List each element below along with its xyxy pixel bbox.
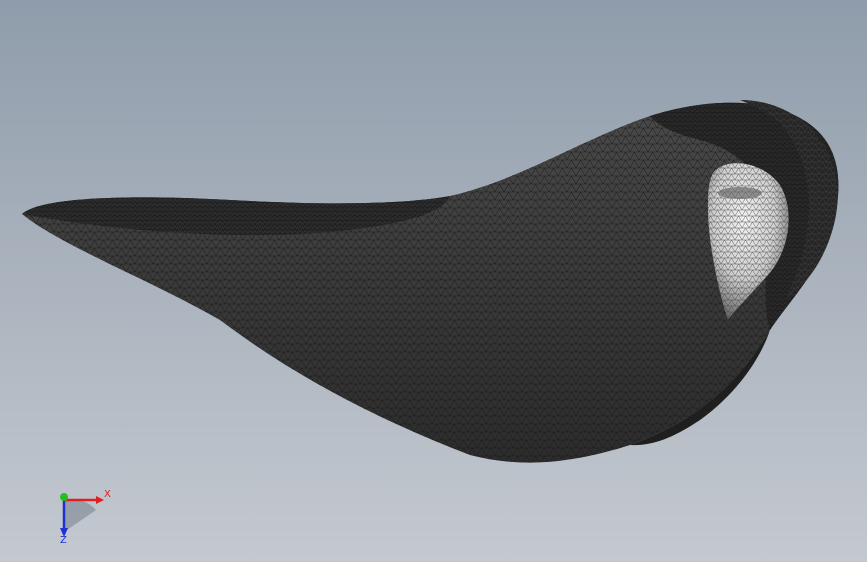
graphics-viewport[interactable]: X Z <box>0 0 867 562</box>
mesh-model[interactable] <box>0 0 867 562</box>
z-axis-label: Z <box>60 535 67 544</box>
coordinate-triad: X Z <box>60 489 111 544</box>
y-axis-dot-icon <box>60 493 68 501</box>
x-axis-arrow-icon <box>96 496 104 504</box>
triad-plane-shade <box>64 499 96 532</box>
x-axis-label: X <box>104 489 111 500</box>
cavity-slot <box>718 187 762 199</box>
